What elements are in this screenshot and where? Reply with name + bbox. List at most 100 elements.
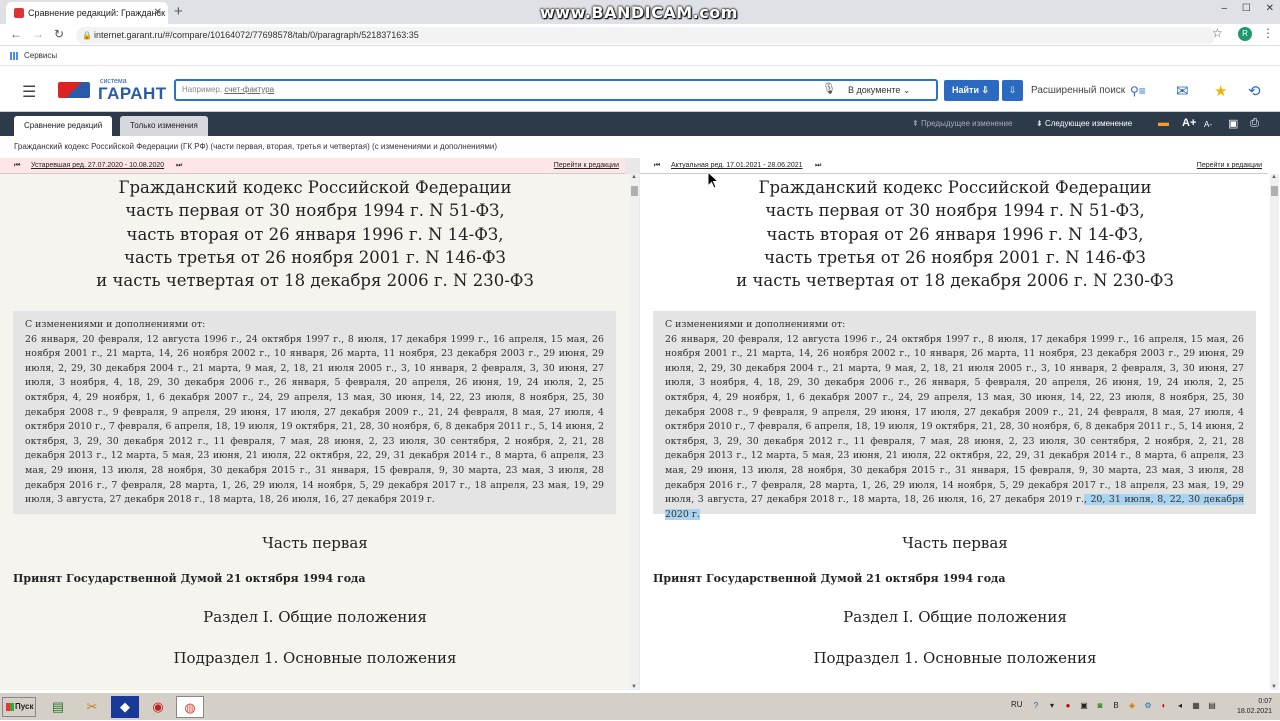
- next-change-button[interactable]: ⇟ Следующее изменение: [1036, 112, 1132, 136]
- download-arrow-icon: ⇩: [981, 85, 990, 95]
- heading-line: Гражданский кодекс Российской Федерации: [758, 178, 1152, 197]
- lock-icon: 🔒: [82, 31, 92, 40]
- network-icon[interactable]: ▣: [1079, 701, 1089, 711]
- hamburger-menu-icon[interactable]: ☰: [22, 82, 36, 102]
- language-indicator[interactable]: RU: [1011, 700, 1023, 709]
- part-title: Часть первая: [902, 534, 1008, 552]
- address-bar-row: ← → ↻ 🔒 internet.garant.ru/#/compare/101…: [0, 24, 1280, 46]
- back-arrow-icon[interactable]: ←: [10, 27, 22, 41]
- garant-logo[interactable]: система ГАРАНТ: [58, 78, 168, 103]
- help-icon[interactable]: ?: [1031, 701, 1041, 711]
- tray-app-icon[interactable]: ▦: [1191, 701, 1201, 711]
- new-tab-icon[interactable]: +: [174, 2, 183, 22]
- font-decrease-button[interactable]: A-: [1204, 120, 1212, 129]
- first-edition-icon[interactable]: ⏮: [14, 158, 20, 174]
- garant-logo-mark-icon: [58, 82, 90, 98]
- system-tray: RU ? ▾ ● ▣ ◙ B ◈ ⚙ ◐ ◂ ▦ ▤ 0:07 18.02.20…: [1005, 693, 1280, 721]
- chrome-icon[interactable]: ◍: [176, 696, 204, 718]
- amendments-header: С изменениями и дополнениями от:: [665, 319, 846, 330]
- right-scrollbar[interactable]: ▲ ▼: [1270, 174, 1279, 690]
- bluetooth-icon[interactable]: B: [1111, 701, 1121, 711]
- search-scope-select[interactable]: В документе ⌄: [848, 81, 910, 99]
- browser-tab[interactable]: Сравнение редакций: Гражданск ✕: [6, 2, 168, 24]
- bookmarks-bar: Сервисы: [0, 46, 1280, 66]
- heading-line: Гражданский кодекс Российской Федерации: [118, 178, 512, 197]
- scroll-up-icon[interactable]: ▲: [631, 174, 637, 180]
- tray-app-icon[interactable]: ◙: [1095, 701, 1105, 711]
- forward-arrow-icon[interactable]: →: [32, 27, 44, 41]
- microphone-icon[interactable]: 🎙: [822, 82, 836, 95]
- scroll-down-icon[interactable]: ▼: [631, 684, 637, 690]
- print-icon[interactable]: ⎙: [1250, 117, 1259, 130]
- tab-changes-only[interactable]: Только изменения: [120, 116, 208, 136]
- bookmark-star-icon[interactable]: ☆: [1212, 26, 1223, 40]
- start-button[interactable]: Пуск: [2, 697, 36, 717]
- subsection-title: Подраздел 1. Основные положения: [813, 649, 1097, 667]
- scroll-up-icon[interactable]: ▲: [1271, 174, 1277, 180]
- search-placeholder: Например, счет-фактура: [182, 81, 274, 99]
- font-increase-button[interactable]: A+: [1182, 117, 1196, 129]
- right-edition-label[interactable]: Актуальная ред. 17.01.2021 - 28.06.2021: [671, 158, 803, 174]
- mail-icon[interactable]: ✉: [1176, 82, 1189, 100]
- profile-avatar[interactable]: R: [1238, 27, 1252, 41]
- highlight-changes-icon[interactable]: ▬: [1158, 117, 1169, 129]
- clock[interactable]: 0:07 18.02.2021: [1237, 697, 1272, 717]
- browser-menu-icon[interactable]: ⋮: [1262, 26, 1274, 40]
- recorder-watermark: www.BANDICAM.com: [540, 3, 738, 22]
- find-button-label: Найти: [952, 85, 979, 95]
- history-icon[interactable]: ⟲: [1248, 82, 1261, 100]
- previous-change-button[interactable]: ⇞ Предыдущее изменение: [912, 112, 1012, 136]
- next-edition-icon[interactable]: ⏭: [815, 158, 821, 174]
- heading-line: часть первая от 30 ноября 1994 г. N 51-Ф…: [765, 201, 1145, 221]
- advanced-search-link[interactable]: Расширенный поиск: [1031, 80, 1125, 101]
- taskbar-app-icon[interactable]: ✂: [78, 696, 106, 718]
- first-edition-icon[interactable]: ⏮: [654, 158, 660, 174]
- next-edition-icon[interactable]: ⏭: [176, 158, 182, 174]
- garant-header: ☰ система ГАРАНТ Например, счет-фактура …: [0, 66, 1280, 112]
- advanced-search-icon[interactable]: ⚲≡: [1130, 84, 1146, 98]
- record-icon[interactable]: ●: [1063, 701, 1073, 711]
- tray-app-icon[interactable]: ▤: [1207, 701, 1217, 711]
- tab-title: Сравнение редакций: Гражданск: [28, 8, 166, 18]
- url-input[interactable]: 🔒 internet.garant.ru/#/compare/10164072/…: [76, 27, 1216, 44]
- subsection-title: Подраздел 1. Основные положения: [173, 649, 457, 667]
- left-scrollbar[interactable]: ▲ ▼: [630, 174, 639, 690]
- scroll-down-icon[interactable]: ▼: [1271, 684, 1277, 690]
- taskbar-app-icon[interactable]: ◉: [144, 696, 172, 718]
- save-icon[interactable]: ▣: [1228, 117, 1238, 130]
- search-input[interactable]: Например, счет-фактура 🎙 В документе ⌄: [174, 79, 938, 101]
- right-pane-header: ⏮ Актуальная ред. 17.01.2021 - 28.06.202…: [640, 158, 1268, 174]
- volume-icon[interactable]: ◂: [1175, 701, 1185, 711]
- tray-app-icon[interactable]: ◈: [1127, 701, 1137, 711]
- tab-compare-editions[interactable]: Сравнение редакций: [14, 116, 113, 136]
- favorites-star-icon[interactable]: ★: [1214, 82, 1227, 100]
- start-label: Пуск: [15, 702, 34, 711]
- tray-app-icon[interactable]: ◐: [1159, 701, 1169, 711]
- bookmark-services[interactable]: Сервисы: [24, 51, 57, 60]
- search-placeholder-example[interactable]: счет-фактура: [224, 85, 274, 94]
- scroll-thumb[interactable]: [631, 186, 638, 196]
- document-heading: Гражданский кодекс Российской Федерации …: [650, 176, 1260, 292]
- close-tab-icon[interactable]: ✕: [154, 2, 162, 24]
- right-goto-edition-link[interactable]: Перейти к редакции: [1197, 158, 1262, 174]
- tray-expand-icon[interactable]: ▾: [1047, 701, 1057, 711]
- windows-taskbar: Пуск ▤ ✂ ◆ ◉ ◍ RU ? ▾ ● ▣ ◙ B ◈ ⚙ ◐ ◂ ▦ …: [0, 692, 1280, 720]
- window-controls[interactable]: – ☐ ✕: [1222, 3, 1274, 14]
- left-pane-header: ⏮ Устаревшая ред. 27.07.2020 - 10.08.202…: [0, 158, 625, 174]
- taskbar-app-icon[interactable]: ◆: [111, 696, 139, 718]
- find-options-button[interactable]: ⇩: [1002, 80, 1023, 101]
- right-document-pane: Гражданский кодекс Российской Федерации …: [640, 174, 1268, 690]
- left-edition-label[interactable]: Устаревшая ред. 27.07.2020 - 10.08.2020: [31, 158, 164, 174]
- scroll-thumb[interactable]: [1271, 186, 1278, 196]
- heading-line: и часть четвертая от 18 декабря 2006 г. …: [736, 271, 1174, 291]
- left-goto-edition-link[interactable]: Перейти к редакции: [554, 158, 619, 174]
- search-scope-label: В документе: [848, 85, 901, 95]
- previous-change-label: Предыдущее изменение: [920, 119, 1013, 128]
- left-document-pane: Гражданский кодекс Российской Федерации …: [0, 174, 630, 690]
- tray-app-icon[interactable]: ⚙: [1143, 701, 1153, 711]
- taskbar-app-icon[interactable]: ▤: [44, 696, 72, 718]
- reload-icon[interactable]: ↻: [54, 27, 64, 41]
- find-button[interactable]: Найти ⇩: [944, 80, 999, 101]
- arrow-down-icon: ⇩: [1008, 85, 1017, 95]
- heading-line: часть первая от 30 ноября 1994 г. N 51-Ф…: [125, 201, 505, 221]
